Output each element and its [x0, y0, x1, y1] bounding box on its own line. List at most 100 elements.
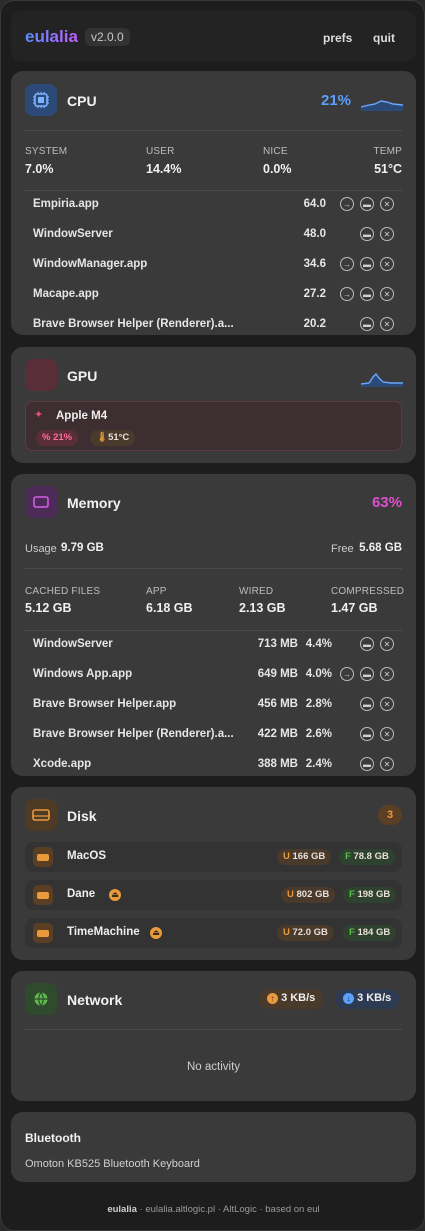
disk-title: Disk	[67, 808, 97, 824]
cpu-process-row: Empiria.app 64.0 → ▬ ✕	[25, 190, 402, 220]
disk-used-value: 166 GB	[292, 851, 326, 862]
cpu-user-value: 14.4%	[146, 162, 182, 176]
network-empty-state: No activity	[186, 1061, 241, 1073]
process-memory-percent: 4.0%	[305, 668, 332, 680]
quit-button[interactable]: quit	[373, 31, 395, 45]
kill-process-icon[interactable]: ✕	[380, 727, 394, 741]
kill-process-icon[interactable]: ✕	[380, 667, 394, 681]
upload-badge: ↑ 3 KB/s	[259, 989, 324, 1009]
used-prefix: U	[283, 927, 290, 938]
gpu-card: GPU ✦ Apple M4 % 21% 🌡51°C	[11, 347, 416, 463]
kill-process-icon[interactable]: ✕	[380, 227, 394, 241]
focus-app-icon[interactable]: →	[340, 197, 354, 211]
cpu-nice-label: NICE	[263, 146, 288, 157]
memory-process-row: WindowServer 713 MB 4.4% ▬ ✕	[25, 630, 402, 660]
disk-name: TimeMachine	[67, 926, 140, 938]
disk-row[interactable]: Dane ⏏ U 802 GB F 198 GB	[25, 880, 402, 910]
drive-icon	[33, 847, 53, 867]
cpu-temp-value: 51°C	[374, 162, 402, 176]
disk-used-value: 802 GB	[296, 889, 330, 900]
footer-site-link[interactable]: eulalia.altlogic.pl	[145, 1204, 215, 1215]
app-window: eulalia v2.0.0 prefs quit CPU 21% SYSTEM…	[0, 0, 425, 1231]
folder-icon[interactable]: ▬	[360, 227, 374, 241]
kill-process-icon[interactable]: ✕	[380, 287, 394, 301]
thermometer-icon: 🌡	[96, 432, 109, 443]
download-badge: ↓ 3 KB/s	[335, 989, 400, 1009]
memory-compressed-label: COMPRESSED	[331, 586, 405, 597]
memory-card: Memory 63% Usage 9.79 GB Free 5.68 GB CA…	[11, 474, 416, 776]
folder-icon[interactable]: ▬	[360, 697, 374, 711]
disk-name: MacOS	[67, 850, 106, 862]
disk-used-badge: U 72.0 GB	[277, 925, 334, 941]
process-memory-size: 388 MB	[257, 758, 298, 770]
globe-icon	[25, 983, 57, 1015]
memory-percent: 63%	[371, 494, 402, 511]
process-name: Brave Browser Helper.app	[33, 698, 177, 710]
memory-usage-value: 9.79 GB	[61, 542, 104, 554]
process-memory-size: 649 MB	[257, 668, 298, 680]
process-name: Brave Browser Helper (Renderer).a...	[33, 728, 234, 740]
free-prefix: F	[349, 889, 355, 900]
bluetooth-card: Bluetooth Omoton KB525 Bluetooth Keyboar…	[11, 1112, 416, 1182]
process-memory-size: 456 MB	[257, 698, 298, 710]
disk-name: Dane	[67, 888, 96, 900]
kill-process-icon[interactable]: ✕	[380, 697, 394, 711]
bluetooth-device: Omoton KB525 Bluetooth Keyboard	[25, 1158, 200, 1170]
upload-rate: 3 KB/s	[281, 992, 316, 1004]
memory-app-label: APP	[146, 586, 167, 597]
cpu-user-label: USER	[146, 146, 175, 157]
memory-free-label: Free	[331, 543, 354, 555]
eject-icon[interactable]: ⏏	[109, 889, 121, 901]
prefs-button[interactable]: prefs	[323, 31, 352, 45]
process-cpu: 48.0	[303, 228, 326, 240]
gpu-temp-value: 51°C	[108, 432, 130, 443]
folder-icon[interactable]: ▬	[360, 667, 374, 681]
folder-icon[interactable]: ▬	[360, 317, 374, 331]
folder-icon[interactable]: ▬	[360, 637, 374, 651]
process-memory-percent: 2.4%	[305, 758, 332, 770]
footer-brand: eulalia	[107, 1204, 137, 1215]
folder-icon[interactable]: ▬	[360, 757, 374, 771]
folder-icon[interactable]: ▬	[360, 727, 374, 741]
memory-process-row: Xcode.app 388 MB 2.4% ▬ ✕	[25, 750, 402, 776]
memory-cached-label: CACHED FILES	[25, 586, 101, 597]
gpu-sparkline	[361, 372, 403, 387]
focus-app-icon[interactable]: →	[340, 257, 354, 271]
memory-free-value: 5.68 GB	[359, 542, 402, 554]
cpu-process-row: WindowServer 48.0 ▬ ✕	[25, 220, 402, 250]
folder-icon[interactable]: ▬	[360, 257, 374, 271]
process-name: Brave Browser Helper (Renderer).a...	[33, 318, 234, 330]
memory-icon	[25, 486, 57, 518]
drive-icon	[33, 923, 53, 943]
gpu-device-panel: ✦ Apple M4 % 21% 🌡51°C	[25, 401, 402, 451]
kill-process-icon[interactable]: ✕	[380, 757, 394, 771]
eject-icon[interactable]: ⏏	[150, 927, 162, 939]
memory-process-row: Brave Browser Helper (Renderer).a... 422…	[25, 720, 402, 750]
kill-process-icon[interactable]: ✕	[380, 257, 394, 271]
disk-used-badge: U 802 GB	[281, 887, 336, 903]
gpu-title: GPU	[67, 368, 98, 384]
process-name: Macape.app	[33, 288, 99, 300]
cpu-icon	[25, 84, 57, 116]
free-prefix: F	[345, 851, 351, 862]
app-logo: eulalia	[25, 27, 78, 46]
kill-process-icon[interactable]: ✕	[380, 197, 394, 211]
footer-separator: ·	[139, 1204, 143, 1215]
disk-free-value: 78.8 GB	[353, 851, 389, 862]
kill-process-icon[interactable]: ✕	[380, 637, 394, 651]
focus-app-icon[interactable]: →	[340, 667, 354, 681]
folder-icon[interactable]: ▬	[360, 287, 374, 301]
disk-row[interactable]: MacOS U 166 GB F 78.8 GB	[25, 842, 402, 872]
footer: eulalia · eulalia.altlogic.pl · AltLogic…	[1, 1204, 425, 1215]
process-name: Windows App.app	[33, 668, 133, 680]
disk-row[interactable]: TimeMachine ⏏ U 72.0 GB F 184 GB	[25, 918, 402, 948]
folder-icon[interactable]: ▬	[360, 197, 374, 211]
focus-app-icon[interactable]: →	[340, 287, 354, 301]
disk-used-value: 72.0 GB	[292, 927, 328, 938]
memory-title: Memory	[67, 495, 121, 511]
footer-credit: AltLogic · based on eul	[223, 1204, 320, 1215]
disk-free-badge: F 78.8 GB	[339, 849, 395, 865]
kill-process-icon[interactable]: ✕	[380, 317, 394, 331]
cpu-sparkline	[361, 100, 403, 111]
process-name: WindowServer	[33, 638, 113, 650]
